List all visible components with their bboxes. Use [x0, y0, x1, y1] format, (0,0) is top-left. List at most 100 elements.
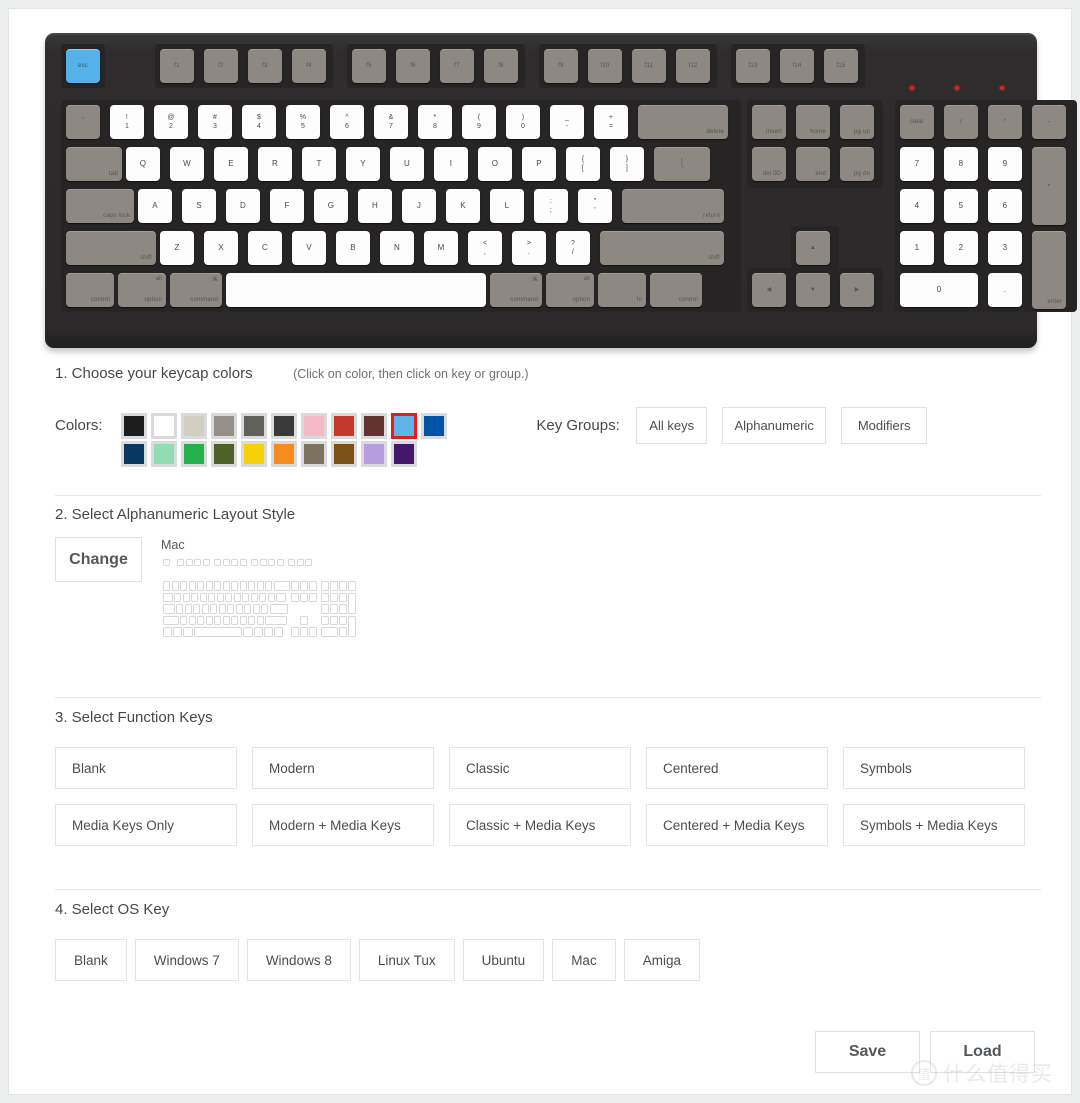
- mini-key-f15[interactable]: [305, 559, 312, 566]
- mini-key-np-1-2[interactable]: [339, 604, 347, 614]
- color-swatch-15[interactable]: [241, 441, 268, 467]
- mini-key-a-10[interactable]: [261, 604, 268, 614]
- mini-key-num-1[interactable]: [171, 581, 179, 591]
- key-option-left[interactable]: option alt: [118, 273, 166, 307]
- save-button[interactable]: Save: [815, 1031, 920, 1073]
- key-Q[interactable]: Q: [126, 147, 160, 181]
- mini-key-f8[interactable]: [239, 559, 247, 566]
- key-caps-lock[interactable]: caps lock: [66, 189, 134, 223]
- key-f9[interactable]: f9: [544, 49, 578, 83]
- mini-key-space[interactable]: [194, 627, 242, 637]
- swatch-row-1[interactable]: [121, 412, 451, 439]
- key-C[interactable]: C: [248, 231, 282, 265]
- key-num-7[interactable]: & 7: [374, 105, 408, 139]
- color-swatch-16[interactable]: [271, 441, 298, 467]
- key-R[interactable]: R: [258, 147, 292, 181]
- key-numpad-8[interactable]: 8: [944, 147, 978, 181]
- key-f3[interactable]: f3: [248, 49, 282, 83]
- key-num-5[interactable]: % 5: [286, 105, 320, 139]
- mini-key-arrow-up[interactable]: [300, 615, 308, 625]
- color-swatch-19[interactable]: [361, 441, 388, 467]
- key-bracket-0[interactable]: {[: [566, 147, 600, 181]
- key-arrow-left[interactable]: ◀: [752, 273, 786, 307]
- mini-key-z-8[interactable]: [248, 615, 255, 625]
- mini-key-nav-4[interactable]: [300, 592, 308, 602]
- key-num-11[interactable]: _ -: [550, 105, 584, 139]
- color-swatch-7[interactable]: [331, 412, 358, 439]
- mini-key-f2[interactable]: [185, 559, 193, 566]
- key-W[interactable]: W: [170, 147, 204, 181]
- key-return[interactable]: return: [622, 189, 724, 223]
- os-key-option-linux-tux[interactable]: Linux Tux: [358, 939, 455, 981]
- key-groups-buttons[interactable]: All keys Alphanumeric Modifiers: [636, 407, 942, 444]
- mini-key-fn[interactable]: [264, 627, 273, 637]
- mini-key-np-plus[interactable]: [348, 592, 356, 614]
- os-key-option-mac[interactable]: Mac: [552, 939, 616, 981]
- color-swatch-14[interactable]: [211, 441, 238, 467]
- mini-key-f6[interactable]: [222, 559, 230, 566]
- color-swatch-17[interactable]: [301, 441, 328, 467]
- mini-key-np-1-0[interactable]: [321, 604, 329, 614]
- key-nav-4[interactable]: end: [796, 147, 830, 181]
- mini-key-f11[interactable]: [268, 559, 275, 566]
- mini-key-f4[interactable]: [202, 559, 210, 566]
- mini-key-f10[interactable]: [259, 559, 267, 566]
- mini-key-np-2-2[interactable]: [339, 615, 347, 625]
- mini-key-q-8[interactable]: [242, 592, 249, 602]
- color-swatch-8[interactable]: [361, 412, 388, 439]
- key-period[interactable]: >.: [512, 231, 546, 265]
- key-P[interactable]: P: [522, 147, 556, 181]
- mini-key-np-enter[interactable]: [348, 615, 356, 637]
- key-f15[interactable]: f15: [824, 49, 858, 83]
- mini-key-np-top-1[interactable]: [330, 581, 338, 591]
- key-num-1[interactable]: ! 1: [110, 105, 144, 139]
- color-swatch-5[interactable]: [271, 412, 298, 439]
- mini-key-z-9[interactable]: [256, 615, 264, 625]
- key-slash[interactable]: ? /: [556, 231, 590, 265]
- mini-key-shift-l[interactable]: [163, 615, 179, 625]
- key-num-9[interactable]: (9: [462, 105, 496, 139]
- mini-key-tab[interactable]: [163, 592, 173, 602]
- mini-key-q-9[interactable]: [250, 592, 258, 602]
- function-key-option-centered[interactable]: Centered: [646, 747, 828, 789]
- mini-key-num-10[interactable]: [248, 581, 255, 591]
- mini-key-a-1[interactable]: [184, 604, 192, 614]
- key-option-right[interactable]: option alt: [546, 273, 594, 307]
- layout-preview-thumbnail[interactable]: [161, 557, 531, 661]
- color-swatch-20[interactable]: [391, 441, 418, 467]
- key-J[interactable]: J: [402, 189, 436, 223]
- mini-key-q-2[interactable]: [191, 592, 198, 602]
- mini-key-a-9[interactable]: [252, 604, 260, 614]
- key-numpad-multiply[interactable]: *: [988, 105, 1022, 139]
- mini-key-num-9[interactable]: [239, 581, 247, 591]
- color-swatch-2[interactable]: [181, 412, 208, 439]
- mini-key-f5[interactable]: [214, 559, 221, 566]
- mini-key-z-1[interactable]: [188, 615, 196, 625]
- key-num-2[interactable]: @2: [154, 105, 188, 139]
- mini-key-cmd[interactable]: [183, 627, 193, 637]
- color-swatch-11[interactable]: [121, 441, 148, 467]
- mini-key-q-0[interactable]: [174, 592, 181, 602]
- color-swatch-13[interactable]: [181, 441, 208, 467]
- key-M[interactable]: M: [424, 231, 458, 265]
- key-group-button-modifiers[interactable]: Modifiers: [841, 407, 928, 444]
- mini-key-np-0-1[interactable]: [330, 592, 338, 602]
- key-quote[interactable]: " ': [578, 189, 612, 223]
- key-H[interactable]: H: [358, 189, 392, 223]
- key-num-8[interactable]: * 8: [418, 105, 452, 139]
- color-swatch-4[interactable]: [241, 412, 268, 439]
- mini-key-a-4[interactable]: [210, 604, 217, 614]
- key-S[interactable]: S: [182, 189, 216, 223]
- mini-key-num-6[interactable]: [214, 581, 221, 591]
- key-V[interactable]: V: [292, 231, 326, 265]
- key-numpad-1[interactable]: 1: [900, 231, 934, 265]
- mini-key-nav-3[interactable]: [291, 592, 299, 602]
- os-key-option-ubuntu[interactable]: Ubuntu: [462, 939, 545, 981]
- mini-key-arrow-2[interactable]: [309, 627, 317, 637]
- key-nav-0[interactable]: insert: [752, 105, 786, 139]
- mini-key-opt[interactable]: [173, 627, 182, 637]
- mini-key-ctrl[interactable]: [163, 627, 172, 637]
- key-numpad-6[interactable]: 6: [988, 189, 1022, 223]
- mini-key-np-top-3[interactable]: [348, 581, 356, 591]
- os-key-options[interactable]: Blank Windows 7 Windows 8 Linux Tux Ubuntu Ma…: [55, 939, 1041, 981]
